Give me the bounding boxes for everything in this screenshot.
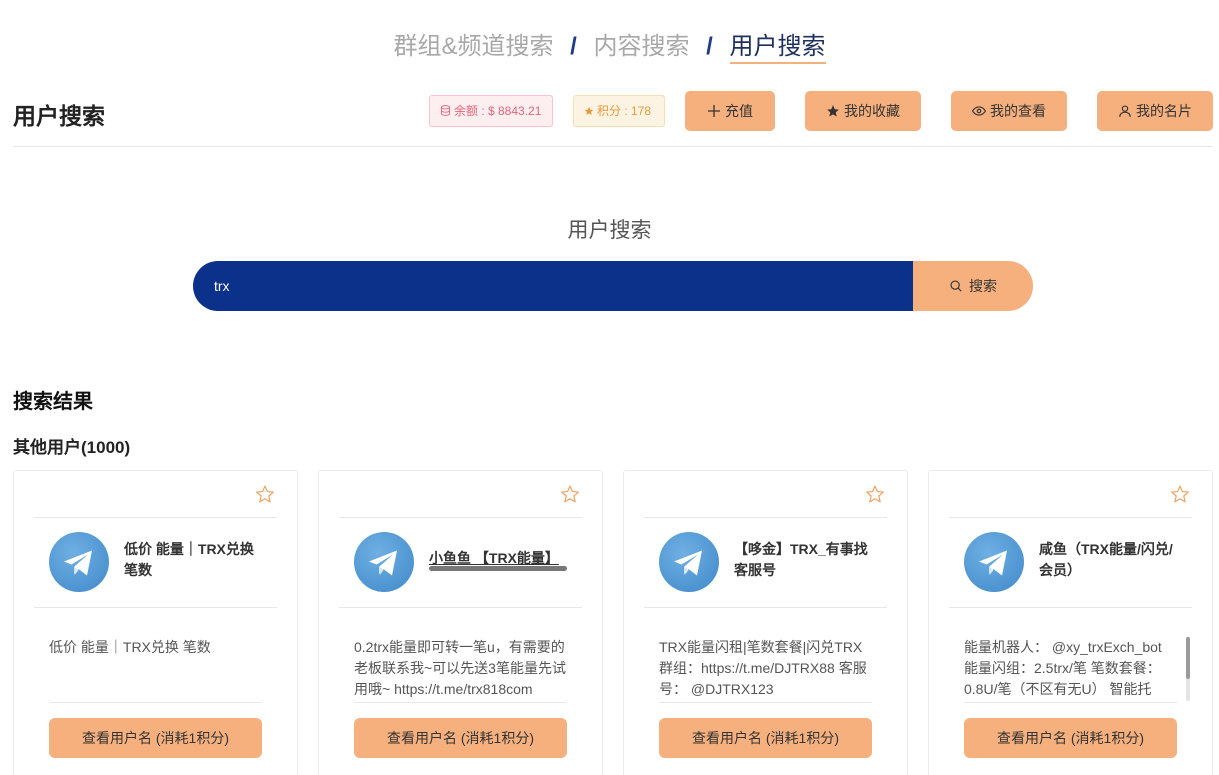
my-favorites-button[interactable]: 我的收藏	[805, 91, 921, 131]
divider	[49, 702, 262, 703]
recharge-button[interactable]: 充值	[685, 91, 775, 131]
other-users-title: 其他用户(1000)	[13, 438, 131, 457]
user-icon	[1119, 105, 1131, 117]
star-outline-icon[interactable]	[255, 484, 275, 504]
star-outline-icon[interactable]	[865, 484, 885, 504]
user-description: 0.2trx能量即可转一笔u，有需要的老板联系我~可以先送3笔能量先试用哦~ h…	[354, 639, 566, 697]
my-favorites-label: 我的收藏	[844, 103, 900, 119]
user-name-text: 小鱼鱼 【TRX能量】	[429, 550, 559, 566]
points-text: 积分 : 178	[597, 104, 652, 118]
user-card: 小鱼鱼 【TRX能量】 0.2trx能量即可转一笔u，有需要的老板联系我~可以先…	[318, 470, 603, 775]
divider	[964, 702, 1177, 703]
star-outline-icon[interactable]	[1170, 484, 1190, 504]
my-card-label: 我的名片	[1136, 103, 1192, 119]
tab-user-search[interactable]: 用户搜索	[729, 26, 826, 64]
search-section-title: 用户搜索	[567, 219, 652, 242]
search-icon	[950, 280, 962, 292]
tab-content-search[interactable]: 内容搜索	[594, 26, 690, 61]
user-description: 能量机器人： @xy_trxExch_bot 能量闪组：2.5trx/笔 笔数套…	[964, 639, 1162, 697]
star-filled-icon	[827, 105, 839, 117]
view-username-button[interactable]: 查看用户名 (消耗1积分)	[964, 718, 1177, 758]
avatar	[49, 532, 109, 592]
user-name: 咸鱼（TRX能量/闪兑/会员）	[1039, 541, 1173, 578]
eye-icon	[972, 106, 986, 116]
page-title: 用户搜索	[13, 103, 105, 129]
telegram-icon	[64, 550, 92, 576]
redaction-scribble	[429, 566, 567, 571]
search-button[interactable]: 搜索	[913, 261, 1033, 311]
search-button-label: 搜索	[969, 278, 997, 294]
balance-text: 余额 : $ 8843.21	[454, 104, 542, 118]
user-card: 咸鱼（TRX能量/闪兑/会员） 能量机器人： @xy_trxExch_bot 能…	[928, 470, 1213, 775]
search-type-tabs: 群组&频道搜索 / 内容搜索 / 用户搜索	[0, 26, 1219, 64]
scrollbar-thumb[interactable]	[1186, 637, 1190, 679]
view-username-button[interactable]: 查看用户名 (消耗1积分)	[659, 718, 872, 758]
divider	[644, 517, 887, 518]
view-username-button[interactable]: 查看用户名 (消耗1积分)	[49, 718, 262, 758]
user-description: TRX能量闪租|笔数套餐|闪兑TRX 群组：https://t.me/DJTRX…	[659, 639, 867, 697]
telegram-icon	[369, 550, 397, 576]
search-bar: 搜索	[193, 261, 1033, 311]
avatar	[659, 532, 719, 592]
divider	[659, 702, 872, 703]
divider	[339, 517, 582, 518]
balance-badge: 余额 : $ 8843.21	[429, 95, 553, 127]
user-name[interactable]: 小鱼鱼 【TRX能量】	[429, 548, 567, 571]
divider	[949, 517, 1192, 518]
my-card-button[interactable]: 我的名片	[1097, 91, 1213, 131]
divider	[644, 607, 887, 608]
plus-icon	[708, 105, 720, 117]
telegram-icon	[674, 550, 702, 576]
user-name: 低价 能量｜TRX兑换 笔数	[124, 541, 254, 578]
recharge-label: 充值	[725, 103, 753, 119]
page-header: 用户搜索 余额 : $ 8843.21 积分 : 178 充值 我的收藏 我的查…	[13, 91, 1213, 147]
divider	[354, 702, 567, 703]
database-icon	[440, 105, 451, 116]
divider	[949, 607, 1192, 608]
description-scrollbar[interactable]	[1186, 637, 1190, 701]
tab-separator: /	[706, 33, 713, 60]
my-viewed-label: 我的查看	[990, 103, 1046, 119]
my-viewed-button[interactable]: 我的查看	[951, 91, 1067, 131]
telegram-icon	[979, 550, 1007, 576]
search-input[interactable]	[193, 261, 913, 311]
divider	[34, 517, 277, 518]
points-badge: 积分 : 178	[573, 95, 665, 127]
user-card: 低价 能量｜TRX兑换 笔数 低价 能量｜TRX兑换 笔数 查看用户名 (消耗1…	[13, 470, 298, 775]
user-description: 低价 能量｜TRX兑换 笔数	[49, 639, 211, 655]
results-title: 搜索结果	[13, 391, 93, 413]
star-icon	[584, 106, 594, 115]
tab-separator: /	[570, 33, 577, 60]
avatar	[354, 532, 414, 592]
divider	[339, 607, 582, 608]
user-card: 【哆金】TRX_有事找客服号 TRX能量闪租|笔数套餐|闪兑TRX 群组：htt…	[623, 470, 908, 775]
divider	[34, 607, 277, 608]
star-outline-icon[interactable]	[560, 484, 580, 504]
view-username-button[interactable]: 查看用户名 (消耗1积分)	[354, 718, 567, 758]
avatar	[964, 532, 1024, 592]
user-name: 【哆金】TRX_有事找客服号	[734, 541, 868, 578]
tab-group-channel-search[interactable]: 群组&频道搜索	[393, 26, 553, 61]
